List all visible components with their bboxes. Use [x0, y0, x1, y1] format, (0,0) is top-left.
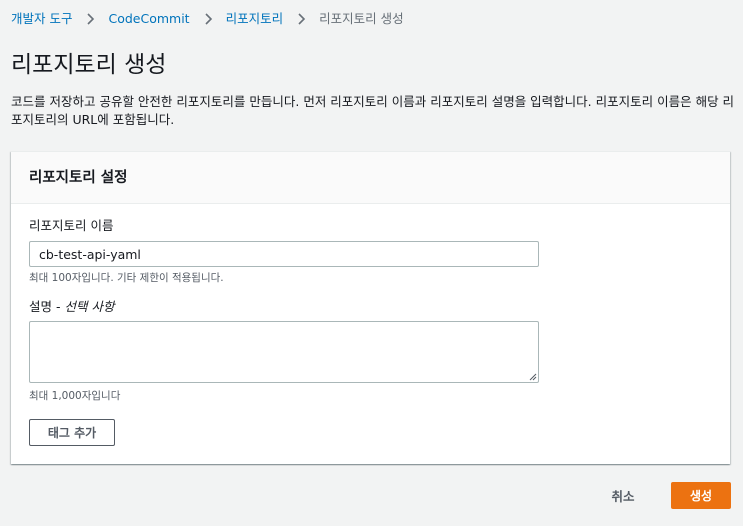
description-label-text: 설명 - — [29, 299, 65, 314]
page-description: 코드를 저장하고 공유할 안전한 리포지토리를 만듭니다. 먼저 리포지토리 이… — [11, 94, 735, 127]
breadcrumb-repositories[interactable]: 리포지토리 — [226, 11, 284, 27]
chevron-right-icon — [205, 13, 212, 25]
description-hint: 최대 1,000자입니다 — [29, 390, 121, 402]
repository-settings-panel: 리포지토리 설정 리포지토리 이름 최대 100자입니다. 기타 제한이 적용됩… — [11, 151, 730, 464]
breadcrumb-codecommit[interactable]: CodeCommit — [108, 11, 189, 27]
breadcrumb-developer-tools[interactable]: 개발자 도구 — [11, 11, 72, 27]
chevron-right-icon — [87, 13, 95, 25]
repository-name-label: 리포지토리 이름 — [29, 218, 114, 233]
resize-grip-icon[interactable] — [527, 371, 537, 381]
page-title: 리포지토리 생성 — [11, 52, 167, 78]
breadcrumb-current: 리포지토리 생성 — [319, 11, 404, 26]
create-button[interactable]: 생성 — [671, 482, 731, 509]
breadcrumb: 개발자 도구 CodeCommit 리포지토리 리포지토리 생성 — [11, 11, 404, 27]
description-optional-text: 선택 사항 — [64, 299, 115, 314]
cancel-button[interactable]: 취소 — [596, 482, 650, 509]
description-label: 설명 - 선택 사항 — [29, 299, 114, 315]
panel-header: 리포지토리 설정 — [11, 152, 730, 204]
panel-title: 리포지토리 설정 — [29, 170, 128, 186]
repository-name-hint: 최대 100자입니다. 기타 제한이 적용됩니다. — [29, 272, 224, 284]
chevron-right-icon — [298, 13, 306, 25]
description-textarea[interactable] — [29, 321, 539, 383]
repository-name-input[interactable] — [29, 241, 539, 267]
add-tag-button[interactable]: 태그 추가 — [29, 419, 115, 446]
